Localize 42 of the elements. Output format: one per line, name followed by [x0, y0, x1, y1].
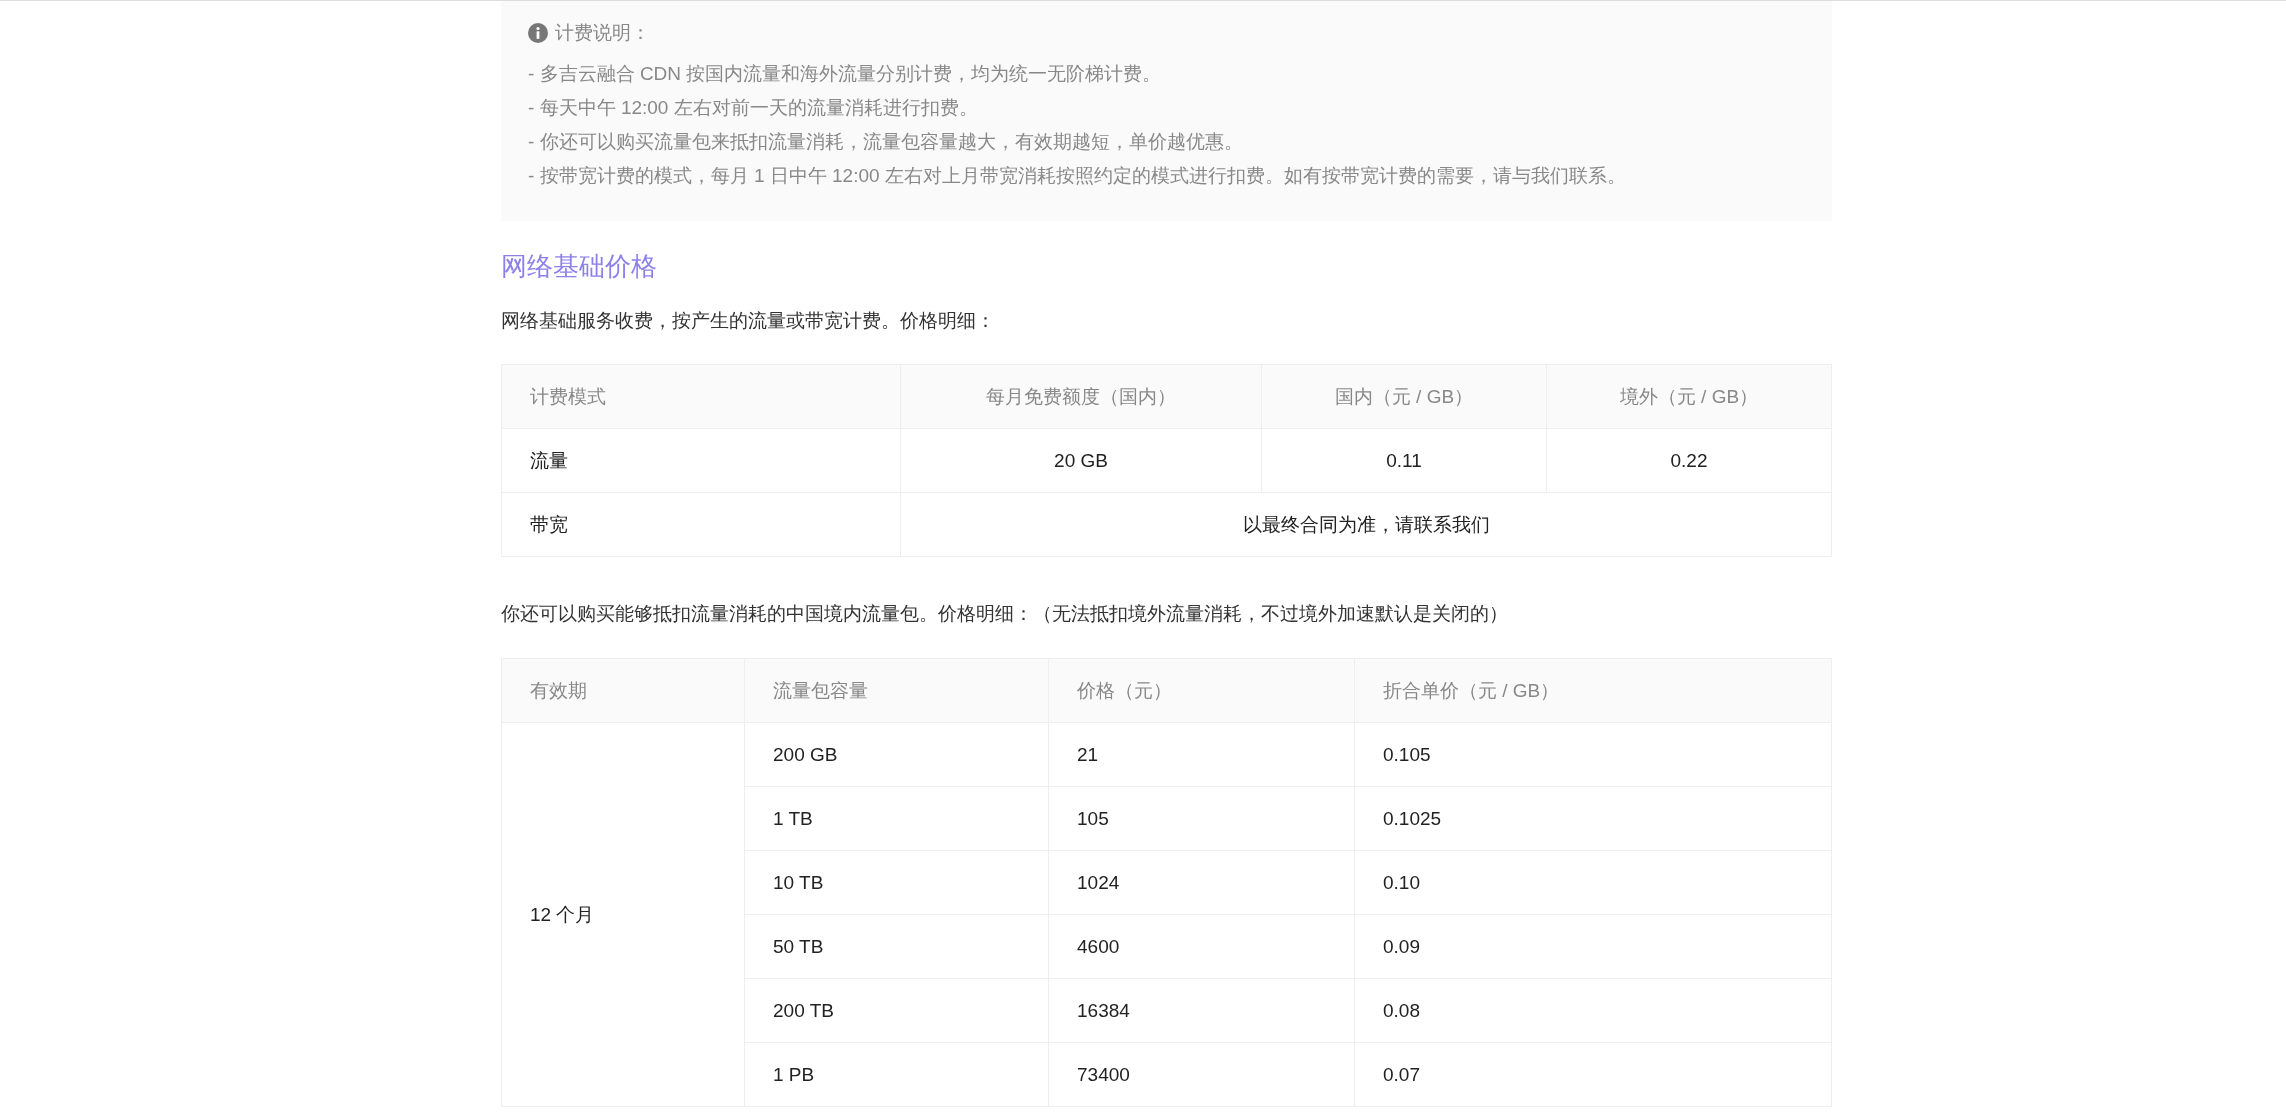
table-cell: 0.22: [1546, 428, 1832, 493]
table-cell: 0.07: [1354, 1042, 1832, 1107]
column-header: 流量包容量: [744, 658, 1049, 723]
table-cell: 0.11: [1261, 428, 1547, 493]
intro-text: 网络基础服务收费，按产生的流量或带宽计费。价格明细：: [501, 309, 996, 333]
table-cell: 20 GB: [900, 428, 1262, 493]
notice-item: - 每天中午 12:00 左右对前一天的流量消耗进行扣费。: [528, 96, 979, 120]
table-cell: 1 TB: [744, 786, 1049, 851]
notice-item: - 按带宽计费的模式，每月 1 日中午 12:00 左右对上月带宽消耗按照约定的模式进行扣费。如有按带宽计费的需要，请与我们联系。: [528, 164, 1627, 188]
table-cell: 21: [1048, 722, 1355, 787]
table-cell: 10 TB: [744, 850, 1049, 915]
table-cell: 以最终合同为准，请联系我们: [900, 492, 1832, 557]
table-cell: 流量: [501, 428, 901, 493]
table-cell: 0.1025: [1354, 786, 1832, 851]
column-header: 有效期: [501, 658, 745, 723]
notice-title: 计费说明：: [555, 21, 650, 45]
table-cell: 0.09: [1354, 914, 1832, 979]
column-header: 计费模式: [501, 364, 901, 429]
table-cell: 1 PB: [744, 1042, 1049, 1107]
table-cell: 200 GB: [744, 722, 1049, 787]
intro-text: 你还可以购买能够抵扣流量消耗的中国境内流量包。价格明细：（无法抵扣境外流量消耗，不过境外加速默认是关闭的）: [501, 602, 1509, 626]
table-cell: 16384: [1048, 978, 1355, 1043]
table-cell: 12 个月: [501, 722, 745, 1107]
table-cell: 73400: [1048, 1042, 1355, 1107]
info-icon: [528, 23, 548, 43]
table-cell: 200 TB: [744, 978, 1049, 1043]
column-header: 境外（元 / GB）: [1546, 364, 1832, 429]
table-cell: 4600: [1048, 914, 1355, 979]
table-cell: 50 TB: [744, 914, 1049, 979]
column-header: 折合单价（元 / GB）: [1354, 658, 1832, 723]
notice-item: - 多吉云融合 CDN 按国内流量和海外流量分别计费，均为统一无阶梯计费。: [528, 62, 1163, 86]
table-cell: 带宽: [501, 492, 901, 557]
table-cell: 0.10: [1354, 850, 1832, 915]
table-cell: 0.105: [1354, 722, 1832, 787]
notice-item: - 你还可以购买流量包来抵扣流量消耗，流量包容量越大，有效期越短，单价越优惠。: [528, 130, 1244, 154]
table-cell: 1024: [1048, 850, 1355, 915]
section-heading: 网络基础价格: [501, 250, 658, 283]
column-header: 每月免费额度（国内）: [900, 364, 1262, 429]
table-cell: 0.08: [1354, 978, 1832, 1043]
column-header: 价格（元）: [1048, 658, 1355, 723]
column-header: 国内（元 / GB）: [1261, 364, 1547, 429]
table-cell: 105: [1048, 786, 1355, 851]
